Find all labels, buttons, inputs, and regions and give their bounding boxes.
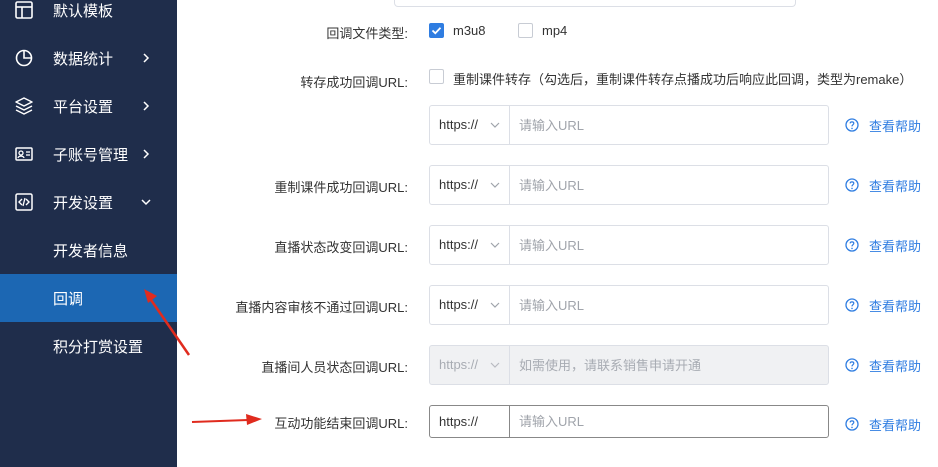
question-circle-icon <box>845 298 859 312</box>
m3u8-checkbox[interactable] <box>429 23 444 38</box>
sidebar-item-label: 平台设置 <box>53 98 114 116</box>
check-icon <box>431 27 442 35</box>
live-status-url-label: 直播状态改变回调URL: <box>274 240 408 255</box>
protocol-value: https:// <box>439 237 479 252</box>
chevron-down-icon <box>141 199 151 206</box>
remake-transfer-text: 重制课件转存（勾选后，重制课件转存点播成功后响应此回调，类型为remake） <box>453 72 913 87</box>
remake-url-label: 重制课件成功回调URL: <box>274 180 408 195</box>
live-review-url-input[interactable] <box>510 286 828 324</box>
sidebar-subitem-points-reward[interactable]: 积分打赏设置 <box>0 322 177 370</box>
sidebar: 默认模板 数据统计 平台设置 子账号管理 开发设置 开发者信息 回调 积分打赏设… <box>0 0 177 467</box>
pie-chart-icon <box>15 49 33 67</box>
code-icon <box>15 193 33 211</box>
chevron-right-icon <box>143 101 150 111</box>
chevron-down-icon <box>490 122 500 128</box>
mp4-option-label: mp4 <box>542 23 568 38</box>
remake-url-input[interactable] <box>510 166 828 204</box>
protocol-value: https:// <box>439 177 479 192</box>
protocol-value: https:// <box>439 357 479 372</box>
question-circle-icon <box>845 118 859 132</box>
chevron-right-icon <box>143 53 150 63</box>
sidebar-item-label: 积分打赏设置 <box>53 338 144 356</box>
member-status-url-group: https:// <box>429 345 829 385</box>
sidebar-item-label: 开发者信息 <box>53 242 129 260</box>
member-status-url-label: 直播间人员状态回调URL: <box>261 360 408 375</box>
protocol-select[interactable]: https:// <box>430 406 510 437</box>
help-link-label: 查看帮助 <box>869 178 922 194</box>
help-link[interactable]: 查看帮助 <box>845 415 921 433</box>
sidebar-item-label: 开发设置 <box>53 194 114 212</box>
protocol-select[interactable]: https:// <box>430 226 510 264</box>
live-status-url-input[interactable] <box>510 226 828 264</box>
question-circle-icon <box>845 417 859 431</box>
interactive-end-url-group: https:// <box>429 405 829 438</box>
sidebar-item-statistics[interactable]: 数据统计 <box>0 34 177 82</box>
help-link[interactable]: 查看帮助 <box>845 296 921 314</box>
m3u8-option-label: m3u8 <box>453 23 486 38</box>
help-link-label: 查看帮助 <box>869 118 922 134</box>
remake-url-group: https:// <box>429 165 829 205</box>
question-circle-icon <box>845 238 859 252</box>
help-link[interactable]: 查看帮助 <box>845 356 921 374</box>
help-link-label: 查看帮助 <box>869 238 922 254</box>
chevron-down-icon <box>490 302 500 308</box>
chevron-down-icon <box>490 242 500 248</box>
transfer-url-label: 转存成功回调URL: <box>300 75 408 90</box>
protocol-select[interactable]: https:// <box>430 166 510 204</box>
transfer-url-input[interactable] <box>510 106 828 144</box>
sidebar-subitem-callback[interactable]: 回调 <box>0 274 177 322</box>
file-type-label: 回调文件类型: <box>326 26 408 41</box>
sidebar-item-platform-settings[interactable]: 平台设置 <box>0 82 177 130</box>
sidebar-item-label: 子账号管理 <box>53 146 129 164</box>
help-link-label: 查看帮助 <box>869 358 922 374</box>
sidebar-item-dev-settings[interactable]: 开发设置 <box>0 178 177 226</box>
chevron-down-icon <box>490 182 500 188</box>
live-status-url-group: https:// <box>429 225 829 265</box>
sidebar-item-default-template[interactable]: 默认模板 <box>0 0 177 34</box>
help-link-label: 查看帮助 <box>869 417 922 433</box>
layers-icon <box>15 97 33 115</box>
live-review-url-group: https:// <box>429 285 829 325</box>
help-link[interactable]: 查看帮助 <box>845 176 921 194</box>
interactive-end-url-label: 互动功能结束回调URL: <box>274 416 408 431</box>
sidebar-item-sub-accounts[interactable]: 子账号管理 <box>0 130 177 178</box>
previous-field-edge <box>394 0 796 7</box>
protocol-value: https:// <box>439 297 479 312</box>
help-link[interactable]: 查看帮助 <box>845 236 921 254</box>
main-content: 回调文件类型: m3u8 mp4 转存成功回调URL: 重制课件转存（勾选后，重… <box>177 0 938 467</box>
question-circle-icon <box>845 358 859 372</box>
interactive-end-url-input[interactable] <box>510 406 828 437</box>
help-link[interactable]: 查看帮助 <box>845 116 921 134</box>
chevron-down-icon <box>490 362 500 368</box>
chevron-right-icon <box>143 149 150 159</box>
protocol-select[interactable]: https:// <box>430 286 510 324</box>
remake-transfer-checkbox[interactable] <box>429 69 444 84</box>
mp4-checkbox[interactable] <box>518 23 533 38</box>
protocol-select: https:// <box>430 346 510 384</box>
sidebar-item-label: 默认模板 <box>53 2 114 20</box>
sidebar-subitem-developer-info[interactable]: 开发者信息 <box>0 226 177 274</box>
help-link-label: 查看帮助 <box>869 298 922 314</box>
layout-icon <box>15 1 33 19</box>
sidebar-item-label: 回调 <box>53 290 84 308</box>
protocol-value: https:// <box>439 117 479 132</box>
protocol-value: https:// <box>439 414 479 429</box>
protocol-select[interactable]: https:// <box>430 106 510 144</box>
sidebar-item-label: 数据统计 <box>53 50 114 68</box>
member-status-url-input <box>510 346 828 384</box>
question-circle-icon <box>845 178 859 192</box>
transfer-url-group: https:// <box>429 105 829 145</box>
id-card-icon <box>15 147 33 161</box>
live-review-url-label: 直播内容审核不通过回调URL: <box>235 300 408 315</box>
